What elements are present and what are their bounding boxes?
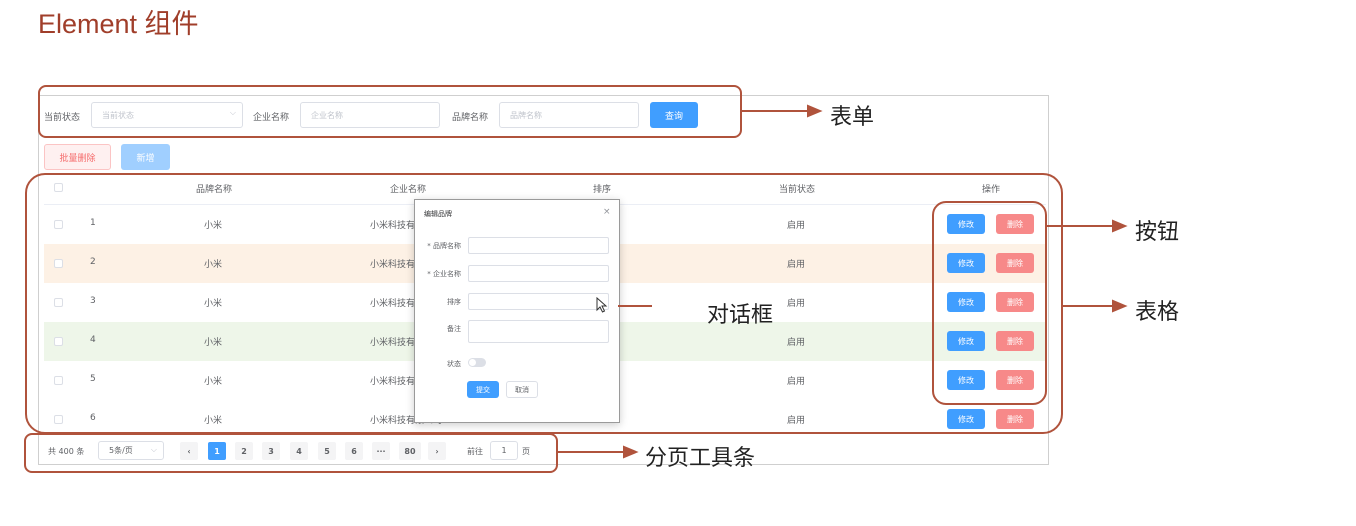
button-arrow-head: [1112, 219, 1128, 233]
pagination-annotation-label: 分页工具条: [645, 446, 756, 471]
dialog-annotation-label: 对话框: [707, 303, 774, 328]
table-annotation-label: 表格: [1135, 300, 1180, 325]
form-arrow-head: [807, 104, 823, 118]
pagination-arrow-head: [623, 445, 639, 459]
button-annotation-label: 按钮: [1135, 220, 1180, 245]
form-annotation-label: 表单: [830, 105, 875, 130]
table-arrow-head: [1112, 299, 1128, 313]
